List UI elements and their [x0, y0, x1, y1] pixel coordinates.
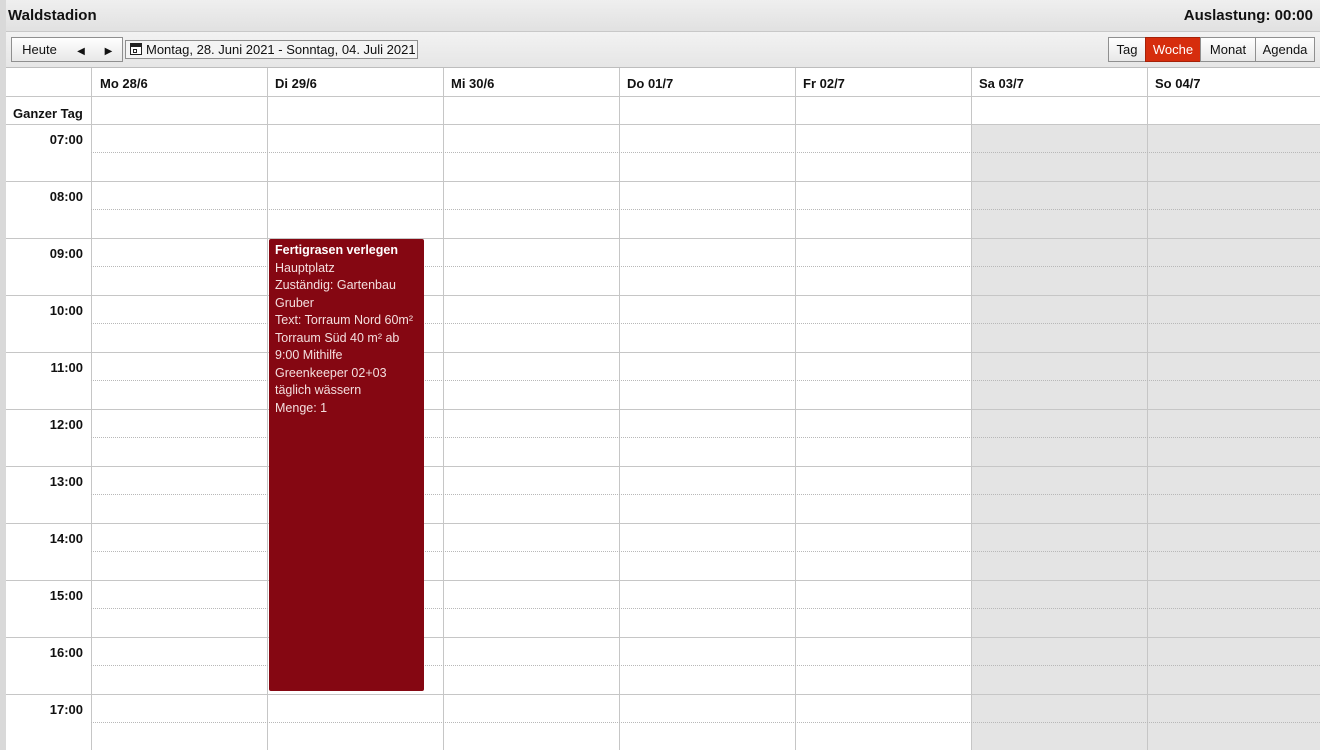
hour-label: 12:00: [49, 417, 83, 432]
day-header-thu[interactable]: Do 01/7: [627, 76, 673, 91]
row-divider: [6, 409, 1320, 410]
half-hour-divider: [91, 209, 1320, 210]
hour-label: 15:00: [49, 588, 83, 603]
event-responsible: Zuständig: Gartenbau: [275, 278, 396, 292]
view-month-button[interactable]: Monat: [1200, 37, 1256, 62]
day-header-wed[interactable]: Mi 30/6: [451, 76, 494, 91]
event-text-line: Torraum Süd 40 m² ab: [275, 330, 400, 345]
event-text-line: 9:00 Mithilfe: [275, 348, 343, 362]
row-divider: [6, 295, 1320, 296]
date-range-label: Montag, 28. Juni 2021 - Sonntag, 04. Jul…: [146, 42, 416, 57]
hour-label: 14:00: [49, 531, 83, 546]
venue-title: Waldstadion: [8, 7, 97, 24]
hour-label: 07:00: [49, 132, 83, 147]
day-header-fri[interactable]: Fr 02/7: [803, 76, 845, 91]
today-button[interactable]: Heute: [11, 37, 68, 62]
calendar-icon: [130, 43, 142, 55]
hour-label: 09:00: [49, 246, 83, 261]
next-week-button[interactable]: ▶: [95, 37, 123, 62]
arrow-left-icon: ◀: [77, 46, 85, 57]
row-divider: [6, 238, 1320, 239]
row-divider: [6, 96, 1320, 97]
date-range-picker[interactable]: Montag, 28. Juni 2021 - Sonntag, 04. Jul…: [125, 40, 418, 59]
hour-label: 10:00: [49, 303, 83, 318]
arrow-right-icon: ▶: [104, 46, 113, 57]
day-header-sat[interactable]: Sa 03/7: [979, 76, 1024, 91]
event-text-line: täglich wässern: [275, 383, 362, 397]
half-hour-divider: [91, 152, 1320, 153]
event-title: Fertigrasen verlegen: [275, 243, 398, 257]
hour-label: 13:00: [49, 474, 83, 489]
hour-label: 11:00: [50, 360, 83, 375]
previous-week-button[interactable]: ◀: [67, 37, 96, 62]
day-header-mon[interactable]: Mo 28/6: [100, 76, 148, 91]
hour-label: 16:00: [49, 645, 83, 660]
day-header-tue[interactable]: Di 29/6: [275, 76, 317, 91]
half-hour-divider: [91, 722, 1320, 723]
week-grid: Mo 28/6 Di 29/6 Mi 30/6 Do 01/7 Fr 02/7 …: [6, 68, 1320, 750]
event-quantity: Menge: 1: [275, 400, 328, 415]
calendar-event[interactable]: Fertigrasen verlegen Hauptplatz Zuständi…: [269, 239, 424, 691]
row-divider: [6, 694, 1320, 695]
event-text-line: Text: Torraum Nord 60m²: [275, 313, 414, 327]
hour-label: 17:00: [49, 702, 83, 717]
event-text-line: Greenkeeper 02+03: [275, 365, 387, 380]
title-bar: Waldstadion Auslastung: 00:00: [6, 0, 1320, 32]
calendar-toolbar: Heute ◀ ▶ Montag, 28. Juni 2021 - Sonnta…: [6, 32, 1320, 68]
view-agenda-button[interactable]: Agenda: [1255, 37, 1315, 62]
row-divider: [6, 466, 1320, 467]
row-divider: [6, 523, 1320, 524]
event-text-line: Gruber: [275, 295, 314, 310]
row-divider: [6, 124, 1320, 125]
row-divider: [6, 637, 1320, 638]
utilization-label: Auslastung: 00:00: [1183, 7, 1313, 24]
row-divider: [6, 580, 1320, 581]
event-location: Hauptplatz: [275, 260, 335, 275]
view-week-button[interactable]: Woche: [1145, 37, 1201, 62]
hour-label: 08:00: [49, 189, 83, 204]
row-divider: [6, 352, 1320, 353]
day-header-sun[interactable]: So 04/7: [1155, 76, 1201, 91]
row-divider: [6, 181, 1320, 182]
all-day-label: Ganzer Tag: [13, 106, 83, 121]
view-day-button[interactable]: Tag: [1108, 37, 1146, 62]
